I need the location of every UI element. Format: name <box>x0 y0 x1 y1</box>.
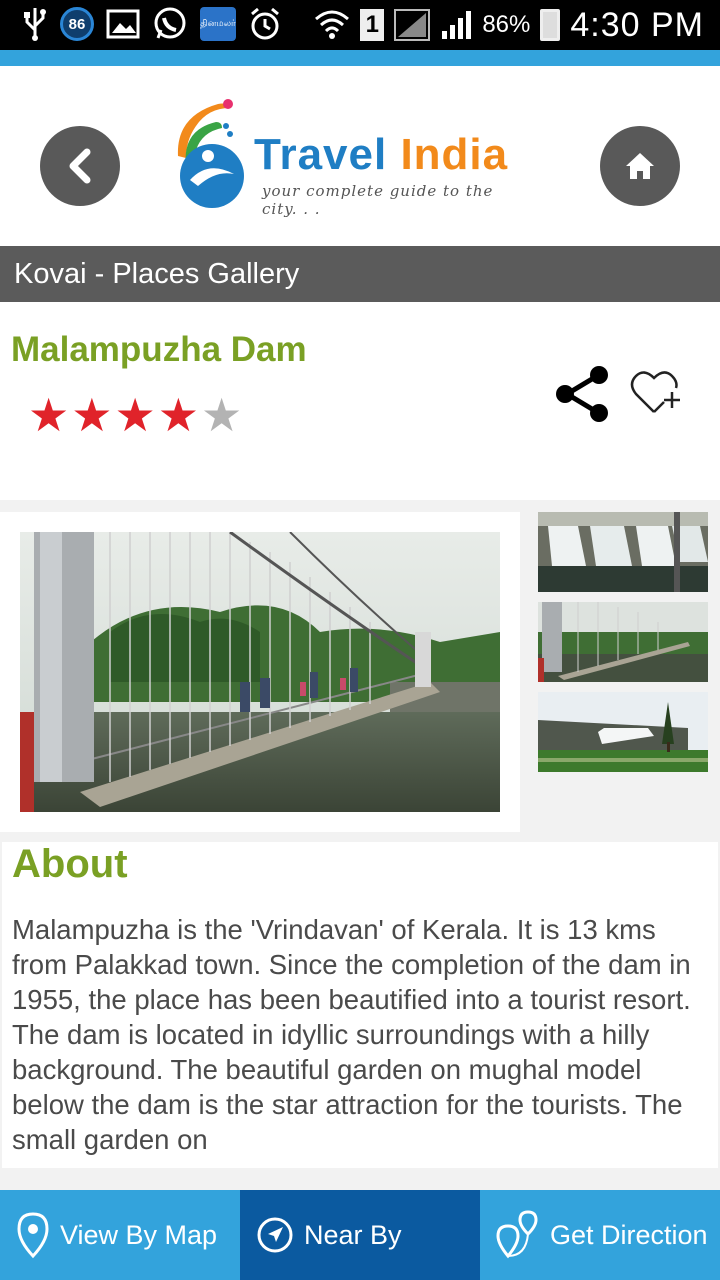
app-screen: 86 தினமலர் 1 86% 4:30 PM Travel India yo… <box>0 0 720 1280</box>
main-photo-frame <box>0 512 520 832</box>
main-photo-suspension-bridge[interactable] <box>20 532 500 812</box>
view-by-map-label: View By Map <box>60 1219 218 1250</box>
near-by-button[interactable]: Near By <box>240 1190 480 1280</box>
news-app-icon: தினமலர் <box>200 7 236 41</box>
battery-percent: 86% <box>482 11 531 38</box>
sim-slot-icon: 1 <box>360 9 385 41</box>
thumbnail-dam-garden[interactable] <box>538 692 708 772</box>
star-rating: ★ ★ ★ ★ ★ <box>28 392 242 438</box>
star-filled-icon: ★ <box>28 389 70 441</box>
star-filled-icon: ★ <box>157 389 199 441</box>
map-pin-icon <box>17 1212 49 1259</box>
star-filled-icon: ★ <box>114 389 156 441</box>
system-indicators: 1 86% 4:30 PM <box>314 2 704 48</box>
get-direction-label: Get Direction <box>550 1219 708 1250</box>
share-button[interactable] <box>553 366 611 422</box>
navigation-arrow-icon <box>257 1217 293 1253</box>
battery-icon <box>540 9 561 41</box>
app-header: Travel India your complete guide to the … <box>0 66 720 246</box>
clock: 4:30 PM <box>570 5 704 44</box>
near-by-label: Near By <box>304 1219 402 1250</box>
thumbnail-dam-spillway[interactable] <box>538 512 708 592</box>
share-icon <box>556 366 608 422</box>
accent-strip <box>0 50 720 66</box>
gallery-icon <box>106 9 140 39</box>
chevron-left-icon <box>69 148 91 184</box>
signal-empty-icon <box>394 9 431 41</box>
get-direction-button[interactable]: Get Direction <box>480 1190 720 1280</box>
home-icon <box>626 153 654 179</box>
logo-title: Travel India <box>254 130 508 180</box>
logo-word-travel: Travel <box>254 130 388 179</box>
whatsapp-icon <box>154 7 186 39</box>
logo-word-india: India <box>400 130 509 179</box>
alarm-icon <box>251 7 279 40</box>
view-by-map-button[interactable]: View By Map <box>0 1190 240 1280</box>
place-info-card: Malampuzha Dam ★ ★ ★ ★ ★ <box>0 302 720 500</box>
about-section: About Malampuzha is the 'Vrindavan' of K… <box>2 842 718 1168</box>
route-pins-icon <box>496 1210 538 1259</box>
logo-tagline: your complete guide to the city. . . <box>262 182 494 218</box>
thumbnail-suspension-bridge[interactable] <box>538 602 708 682</box>
about-text: Malampuzha is the 'Vrindavan' of Kerala.… <box>12 914 691 1155</box>
usb-icon <box>24 8 46 41</box>
notification-icons: 86 தினமலர் <box>22 6 282 42</box>
bottom-navigation: View By Map Near By Get Direction <box>0 1190 720 1280</box>
logo-emblem-icon <box>177 99 244 208</box>
star-filled-icon: ★ <box>71 389 113 441</box>
signal-icon <box>442 11 472 39</box>
about-heading: About <box>12 842 128 886</box>
notification-count-icon: 86 <box>60 7 94 41</box>
back-button[interactable] <box>40 126 120 206</box>
heart-plus-icon <box>630 371 680 413</box>
status-bar: 86 தினமலர் 1 86% 4:30 PM <box>0 0 720 50</box>
page-title: Kovai - Places Gallery <box>0 246 720 302</box>
wifi-icon <box>315 10 350 39</box>
add-favorite-button[interactable] <box>630 368 684 418</box>
travel-india-logo: Travel India your complete guide to the … <box>168 96 528 218</box>
place-name: Malampuzha Dam <box>11 330 307 369</box>
home-button[interactable] <box>600 126 680 206</box>
star-empty-icon: ★ <box>201 389 243 441</box>
